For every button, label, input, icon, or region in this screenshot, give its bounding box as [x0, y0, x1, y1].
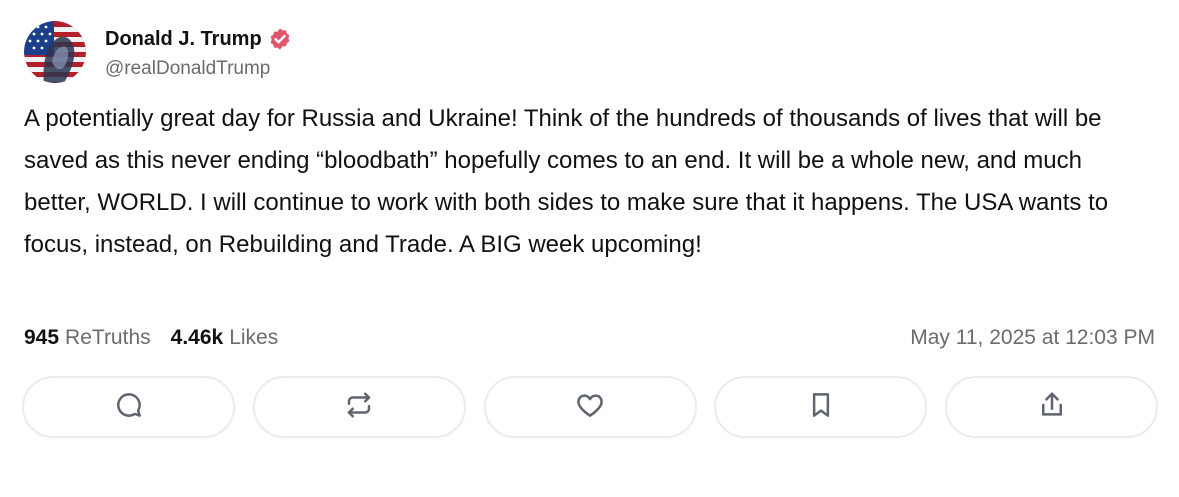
- retruths-count: 945: [24, 326, 60, 349]
- post-card: Donald J. Trump @realDonaldTrump A poten…: [0, 0, 1179, 497]
- verified-badge-icon: [268, 27, 292, 51]
- bookmark-icon: [806, 390, 836, 425]
- retruths-stat[interactable]: 945 ReTruths: [24, 326, 151, 350]
- action-bar: [22, 376, 1158, 442]
- share-icon: [1037, 390, 1067, 425]
- post-timestamp[interactable]: May 11, 2025 at 12:03 PM: [910, 326, 1155, 350]
- display-name[interactable]: Donald J. Trump: [105, 28, 262, 51]
- heart-icon: [575, 390, 605, 425]
- retruth-button[interactable]: [252, 376, 466, 438]
- retruths-label: ReTruths: [65, 326, 151, 349]
- author-names: Donald J. Trump @realDonaldTrump: [105, 24, 292, 80]
- bookmark-button[interactable]: [714, 376, 928, 438]
- share-button[interactable]: [945, 376, 1158, 438]
- reply-button[interactable]: [22, 376, 235, 438]
- repost-icon: [344, 390, 374, 425]
- post-text: A potentially great day for Russia and U…: [24, 105, 1109, 258]
- comment-icon: [114, 390, 144, 425]
- avatar[interactable]: [24, 21, 86, 83]
- post-header: Donald J. Trump @realDonaldTrump: [24, 20, 292, 84]
- post-stats: 945 ReTruths 4.46k Likes May 11, 2025 at…: [24, 322, 1155, 354]
- name-row: Donald J. Trump: [105, 24, 292, 54]
- likes-stat[interactable]: 4.46k Likes: [171, 326, 279, 350]
- like-button[interactable]: [483, 376, 697, 438]
- author-handle[interactable]: @realDonaldTrump: [105, 58, 292, 80]
- likes-count: 4.46k: [170, 326, 224, 349]
- likes-label: Likes: [229, 326, 279, 349]
- avatar-image: [24, 21, 86, 83]
